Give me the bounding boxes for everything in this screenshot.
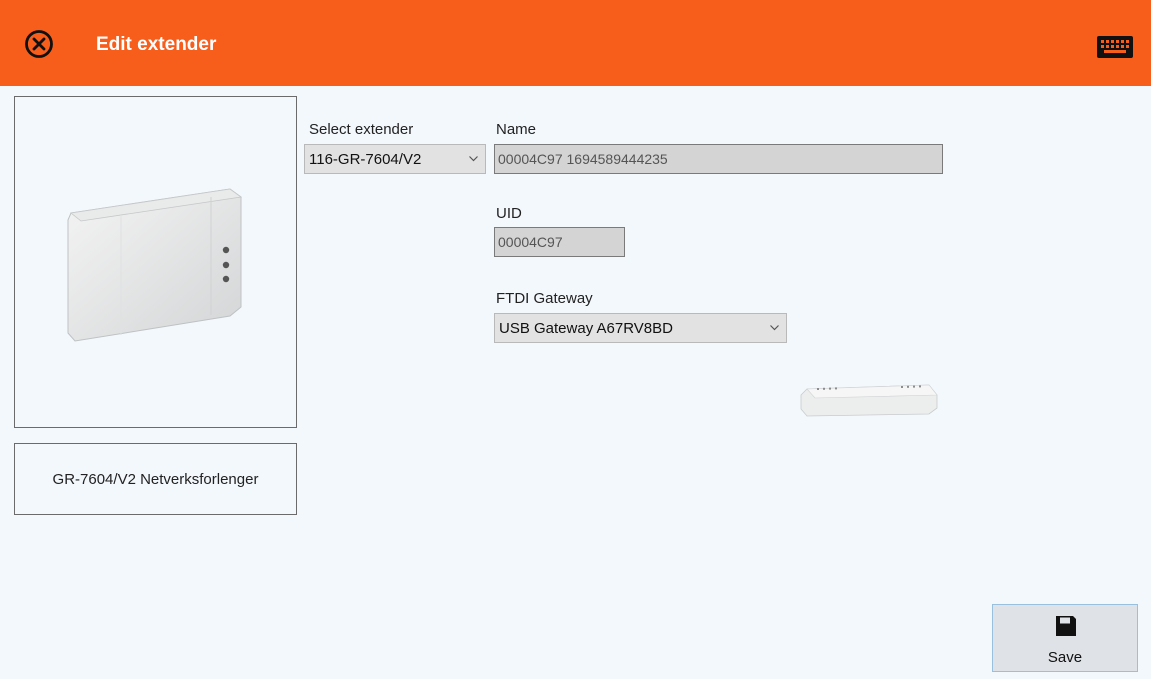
- extender-image-frame: [14, 96, 297, 428]
- uid-field[interactable]: 00004C97: [494, 227, 625, 257]
- gateway-device-image: [800, 384, 938, 417]
- page-title: Edit extender: [96, 34, 217, 55]
- chevron-down-icon: [469, 156, 478, 162]
- keyboard-icon[interactable]: [1096, 35, 1134, 59]
- floppy-disk-icon: [1056, 616, 1076, 636]
- extender-description-box: GR-7604/V2 Netverksforlenger: [14, 443, 297, 515]
- close-icon[interactable]: [24, 29, 54, 59]
- name-label: Name: [496, 121, 537, 138]
- name-field[interactable]: 00004C97 1694589444235: [494, 144, 943, 174]
- save-label: Save: [1047, 649, 1083, 666]
- extender-device-image: [67, 188, 243, 342]
- uid-value: 00004C97: [498, 234, 563, 250]
- gateway-label: FTDI Gateway: [496, 290, 593, 307]
- select-extender-value: 116-GR-7604/V2: [309, 150, 422, 168]
- save-button[interactable]: Save: [992, 604, 1138, 672]
- extender-description: GR-7604/V2 Netverksforlenger: [52, 470, 259, 488]
- select-extender-label: Select extender: [309, 121, 414, 138]
- select-extender-dropdown[interactable]: 116-GR-7604/V2: [304, 144, 486, 174]
- gateway-value: USB Gateway A67RV8BD: [499, 319, 673, 337]
- gateway-dropdown[interactable]: USB Gateway A67RV8BD: [494, 313, 787, 343]
- chevron-down-icon: [770, 325, 779, 331]
- name-value: 00004C97 1694589444235: [498, 151, 668, 167]
- uid-label: UID: [496, 205, 522, 222]
- header-bar: Edit extender: [0, 0, 1151, 86]
